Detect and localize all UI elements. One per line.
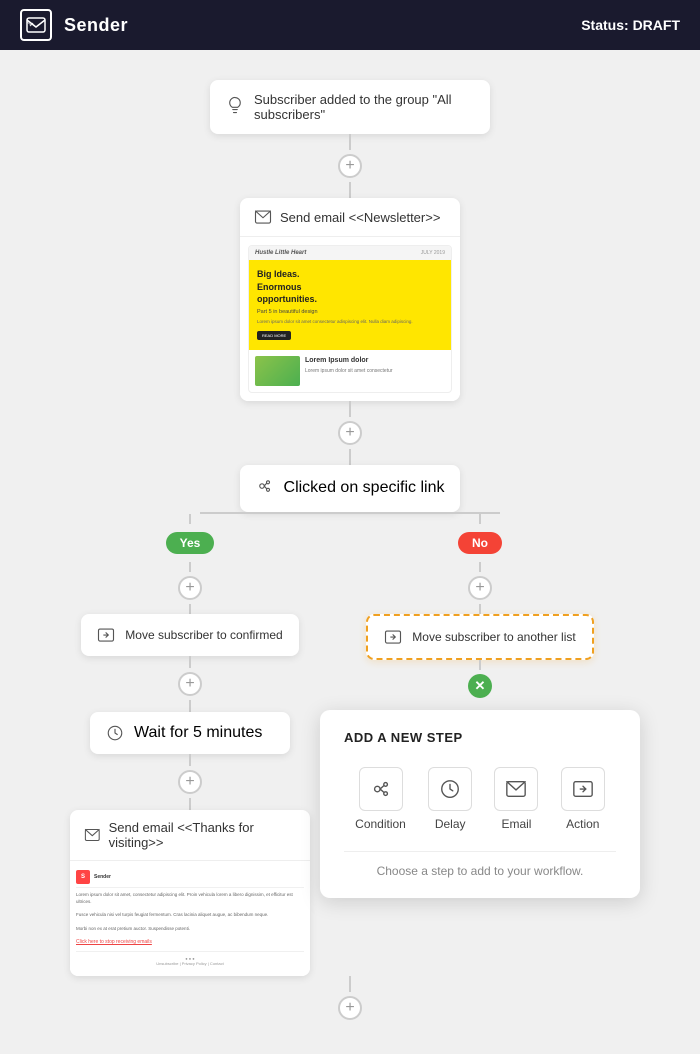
branch-split: Yes + Move subscriber to confirmed + Wai…	[60, 514, 640, 976]
trigger-label: Subscriber added to the group "All subsc…	[254, 92, 474, 122]
step-option-action[interactable]: Action	[553, 763, 613, 835]
condition-icon	[256, 477, 274, 500]
divider	[344, 851, 616, 852]
add-step-yes[interactable]: +	[178, 576, 202, 600]
email2-node[interactable]: Send email <<Thanks for visiting>> S Sen…	[70, 810, 310, 976]
left-action-label: Move subscriber to confirmed	[125, 628, 282, 642]
condition-step-label: Condition	[355, 817, 406, 831]
wait-label: Wait for 5 minutes	[134, 724, 262, 742]
connector-3	[349, 401, 351, 417]
email2-link[interactable]: Click here to stop receiving emails	[76, 939, 152, 945]
step-option-delay[interactable]: Delay	[420, 763, 480, 835]
email2-footer: ● ● ● Unsubscribe | Privacy Policy | Con…	[76, 951, 304, 970]
connector-2	[349, 182, 351, 198]
email2-header: Send email <<Thanks for visiting>>	[70, 810, 310, 860]
step-option-email[interactable]: Email	[486, 763, 546, 835]
status-text: Status: DRAFT	[581, 17, 680, 33]
add-step-btn-2[interactable]: +	[338, 421, 362, 445]
condition-step-icon	[359, 767, 403, 811]
step-option-condition[interactable]: Condition	[347, 763, 414, 835]
email2-body: Lorem ipsum dolor sit amet, consectetur …	[76, 888, 304, 951]
move-another-list-node[interactable]: Move subscriber to another list	[366, 614, 593, 660]
add-step-after-wait[interactable]: +	[178, 770, 202, 794]
email-step-label: Email	[501, 817, 531, 831]
lightbulb-icon	[226, 96, 244, 119]
hero-sub: Part 5 in beautiful design	[257, 309, 443, 315]
branch-yes: Yes + Move subscriber to confirmed + Wai…	[60, 514, 320, 976]
hero-text: Big Ideas. Enormous opportunities.	[257, 268, 443, 306]
delay-step-label: Delay	[435, 817, 466, 831]
step-options: Condition Delay	[344, 763, 616, 835]
right-action-label: Move subscriber to another list	[412, 630, 575, 644]
email1-preview: Hustle Little Heart JULY 2019 Big Ideas.…	[240, 237, 460, 401]
add-step-title: ADD A NEW STEP	[344, 730, 616, 745]
no-badge[interactable]: No	[458, 532, 502, 554]
email-preview-date: JULY 2019	[421, 250, 445, 256]
email1-label: Send email <<Newsletter>>	[280, 210, 440, 225]
email2-preview: S Sender Lorem ipsum dolor sit amet, con…	[70, 860, 310, 976]
workflow-canvas: Subscriber added to the group "All subsc…	[0, 50, 700, 1054]
yes-badge[interactable]: Yes	[166, 532, 215, 554]
email-preview-hero: Big Ideas. Enormous opportunities. Part …	[249, 260, 451, 350]
branch-container: Yes + Move subscriber to confirmed + Wai…	[50, 512, 650, 1024]
move-confirmed-node[interactable]: Move subscriber to confirmed	[81, 614, 298, 656]
close-btn[interactable]: ✕	[468, 674, 492, 698]
clock-icon	[106, 724, 124, 742]
arrow-right-icon	[97, 626, 115, 644]
header: Sender Status: DRAFT	[0, 0, 700, 50]
envelope-icon	[254, 208, 272, 226]
email-preview-body: Lorem Ipsum dolor Lorem ipsum dolor sit …	[249, 350, 451, 392]
add-step-after-confirmed[interactable]: +	[178, 672, 202, 696]
add-step-bottom[interactable]: +	[338, 996, 362, 1020]
email-step-icon	[494, 767, 538, 811]
app-container: Sender Status: DRAFT Subscriber added to…	[0, 0, 700, 1054]
brand-name: Sender	[64, 15, 128, 36]
action-step-icon	[561, 767, 605, 811]
email-preview-title: Hustle Little Heart	[255, 250, 306, 256]
preview-img	[255, 356, 300, 386]
mini-brand: Sender	[94, 874, 111, 880]
connector-1	[349, 134, 351, 150]
hero-body: Lorem ipsum dolor sit amet consectetur a…	[257, 319, 443, 324]
add-step-hint: Choose a step to add to your workflow.	[344, 864, 616, 878]
add-step-panel: ADD A NEW STEP	[320, 710, 640, 898]
arrow-right2-icon	[384, 628, 402, 646]
delay-step-icon	[428, 767, 472, 811]
email1-header: Send email <<Newsletter>>	[240, 198, 460, 237]
connector-4	[349, 449, 351, 465]
envelope2-icon	[84, 826, 101, 844]
condition-label: Clicked on specific link	[284, 479, 445, 497]
mini-logo: S	[76, 870, 90, 884]
add-step-btn-1[interactable]: +	[338, 154, 362, 178]
email1-node[interactable]: Send email <<Newsletter>> Hustle Little …	[240, 198, 460, 401]
condition-node[interactable]: Clicked on specific link	[240, 465, 461, 512]
branch-no: No + Move subscriber to another list ✕ A…	[320, 514, 640, 898]
wait-node[interactable]: Wait for 5 minutes	[90, 712, 290, 754]
logo-icon	[20, 9, 52, 41]
email2-label: Send email <<Thanks for visiting>>	[109, 820, 296, 850]
hero-btn: READ MORE	[257, 331, 291, 340]
action-step-label: Action	[566, 817, 599, 831]
add-step-no[interactable]: +	[468, 576, 492, 600]
trigger-node[interactable]: Subscriber added to the group "All subsc…	[210, 80, 490, 134]
